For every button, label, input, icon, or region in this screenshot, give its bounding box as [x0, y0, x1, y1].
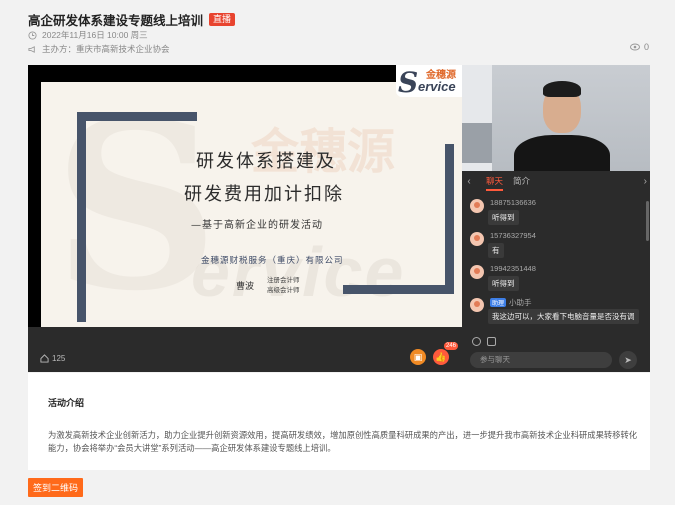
chat-message: 15736327954 有: [462, 228, 644, 261]
role-badge: 助理: [490, 298, 507, 307]
frame-bar-top: [77, 112, 197, 121]
activity-description: 为激发高新技术企业创新活力，助力企业提升创新资源效用，提高研发绩效，增加原创性高…: [48, 430, 638, 453]
chat-bubble: 听得到: [488, 210, 519, 225]
page: 高企研发体系建设专题线上培训 直播 2022年11月16日 10:00 周三 主…: [0, 0, 675, 505]
avatar: [470, 199, 484, 213]
slide-content: S 金穗源 ervice 研发体系搭建及 研发费用加计扣除 —基于高新企业的研发…: [41, 82, 462, 327]
avatar: [470, 232, 484, 246]
chat-input[interactable]: 参与聊天: [470, 352, 612, 368]
frame-bar-bottom: [343, 285, 454, 294]
live-badge: 直播: [209, 13, 236, 26]
slide-title-line1: 研发体系搭建及: [196, 151, 336, 172]
image-icon[interactable]: [487, 337, 496, 346]
avatar: [470, 298, 484, 312]
chat-scrollbar[interactable]: [646, 201, 649, 241]
clock-icon: [28, 30, 37, 40]
chat-message-list[interactable]: 18875136636 听得到 15736327954 有 1994235144…: [462, 195, 644, 325]
slide-title-line2: 研发费用加计扣除: [184, 184, 344, 205]
cam-shelf: [462, 123, 492, 163]
activity-title: 活动介绍: [48, 398, 85, 408]
frame-bar-left: [77, 112, 86, 322]
live-player[interactable]: S 金穗源 ervice 研发体系搭建及 研发费用加计扣除 —基于高新企业的研发…: [28, 65, 650, 372]
eye-icon: [629, 43, 640, 51]
page-title: 高企研发体系建设专题线上培训: [28, 14, 204, 28]
megaphone-icon: [28, 45, 35, 53]
chat-bubble: 我这边可以，大家看下电脑音量是否没有调: [488, 309, 639, 324]
chat-tabs: ‹ 聊天 简介 ›: [462, 171, 650, 191]
avatar: [470, 265, 484, 279]
presentation-slide: S 金穗源 ervice 研发体系搭建及 研发费用加计扣除 —基于高新企业的研发…: [28, 65, 462, 327]
watermark-service: ervice: [191, 233, 406, 311]
slide-subtitle: —基于高新企业的研发活动: [191, 220, 323, 231]
chat-bubble: 有: [488, 243, 504, 258]
view-count-text: 0: [643, 42, 649, 52]
slide-company: 金穗源财税服务（重庆）有限公司: [201, 256, 344, 266]
chevron-right-icon[interactable]: ›: [644, 176, 647, 187]
frame-bar-right: [445, 144, 454, 294]
like-count-badge: 246: [444, 342, 459, 350]
tab-chat[interactable]: 聊天: [486, 175, 504, 191]
view-count: 0: [629, 42, 649, 52]
logo-word: ervice: [418, 79, 456, 94]
event-host-text: 主办方：重庆市高新技术企业协会: [42, 44, 170, 54]
chat-message: 19942351448 听得到: [462, 261, 644, 294]
logo-letter: S: [398, 66, 419, 99]
slide-presenter: 曹波: [236, 282, 255, 292]
player-toolbar: 125 ▣ 👍 246: [28, 327, 462, 372]
home-icon: [40, 354, 49, 363]
presenter-body: [514, 135, 610, 171]
event-host: 主办方：重庆市高新技术企业协会: [28, 43, 170, 55]
activity-section: 活动介绍 为激发高新技术企业创新活力，助力企业提升创新资源效用，提高研发绩效，增…: [28, 373, 650, 470]
gift-icon[interactable]: ▣: [410, 349, 426, 365]
popularity-text: 125: [52, 354, 66, 363]
chat-user-name: 15736327954: [490, 231, 536, 240]
thumbs-up-icon[interactable]: 👍: [433, 349, 449, 365]
tab-intro[interactable]: 简介: [513, 175, 530, 187]
chat-user-name: 助理 小助手: [490, 297, 532, 308]
presenter-title-2: 高级会计师: [267, 286, 300, 294]
presenter-camera: [462, 65, 650, 171]
chat-user-name-text: 小助手: [509, 298, 532, 307]
event-date: 2022年11月16日 10:00 周三: [28, 29, 148, 41]
brand-logo: S 金穗源 ervice: [396, 65, 462, 99]
popularity-count: 125: [40, 354, 65, 363]
chat-user-name: 19942351448: [490, 264, 536, 273]
emoji-icon[interactable]: [472, 337, 481, 346]
signin-qr-button[interactable]: 签到二维码: [28, 478, 84, 497]
event-date-text: 2022年11月16日 10:00 周三: [42, 30, 148, 40]
chat-bubble: 听得到: [488, 276, 519, 291]
presenter-title-1: 注册会计师: [267, 276, 300, 284]
send-icon[interactable]: ➤: [619, 351, 637, 369]
chat-user-name: 18875136636: [490, 198, 536, 207]
chat-message: 18875136636 听得到: [462, 195, 644, 228]
slide-presenter-titles: 注册会计师 高级会计师: [267, 275, 300, 295]
chat-message: 助理 小助手 我这边可以，大家看下电脑音量是否没有调: [462, 294, 644, 325]
presenter-hair: [543, 81, 581, 97]
chevron-left-icon[interactable]: ‹: [462, 176, 476, 187]
chat-tools: [472, 337, 496, 346]
header: 高企研发体系建设专题线上培训 直播 2022年11月16日 10:00 周三 主…: [0, 0, 675, 62]
chat-panel: ‹ 聊天 简介 › 18875136636 听得到 15736327954 有: [462, 171, 650, 372]
title-row: 高企研发体系建设专题线上培训 直播: [28, 10, 236, 29]
